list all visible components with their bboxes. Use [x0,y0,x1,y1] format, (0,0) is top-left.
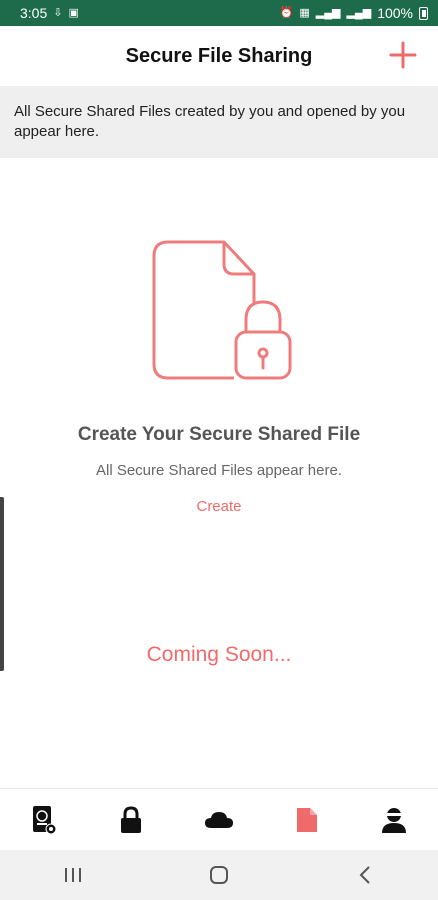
info-banner: All Secure Shared Files created by you a… [0,86,438,158]
lock-icon [121,805,142,833]
app-bar: Secure File Sharing [0,26,438,86]
status-bar-left: 3:05 ⇩ ▣ [20,5,79,21]
nav-item-profile[interactable] [374,800,414,840]
alarm-icon: ⏰ [279,6,294,19]
nav-item-lock[interactable] [111,800,151,840]
shared-file-icon [296,807,317,832]
battery-icon [419,6,428,20]
image-notification-icon: ▣ [68,6,79,19]
bottom-navigation [0,788,438,850]
signal-4g-icon: ▂▄▆ [315,6,341,19]
nav-item-shared-file[interactable] [287,800,327,840]
coming-soon-label: Coming Soon... [146,643,292,666]
page-title: Secure File Sharing [125,44,313,67]
home-button[interactable] [199,855,239,895]
nav-item-cloud[interactable] [199,800,239,840]
add-button[interactable] [388,40,418,70]
back-icon [359,866,370,884]
info-banner-text: All Secure Shared Files created by you a… [14,103,406,140]
empty-state-subtitle: All Secure Shared Files appear here. [96,462,342,479]
cloud-icon [204,811,233,828]
nav-item-password-file[interactable] [24,800,64,840]
back-button[interactable] [345,855,385,895]
user-profile-icon [382,807,407,833]
home-icon [210,866,228,884]
status-bar: 3:05 ⇩ ▣ ⏰ ▦ ▂▄▆ ▂▄▆ 100% [0,0,438,26]
create-link[interactable]: Create [169,498,269,515]
battery-percentage: 100% [377,5,413,21]
edge-panel-handle[interactable] [0,497,4,671]
system-navigation-bar [0,850,438,900]
password-file-icon [32,805,57,834]
signal-icon: ▂▄▆ [346,6,372,19]
status-time: 3:05 [20,5,48,21]
file-lock-icon [152,240,292,380]
recent-apps-button[interactable] [53,855,93,895]
recent-apps-icon [65,868,81,882]
empty-state-title: Create Your Secure Shared File [77,424,361,445]
plus-icon [389,41,417,69]
network-volte-icon: ▦ [299,6,310,19]
status-bar-right: ⏰ ▦ ▂▄▆ ▂▄▆ 100% [280,5,428,21]
download-notification-icon: ⇩ [53,6,63,19]
